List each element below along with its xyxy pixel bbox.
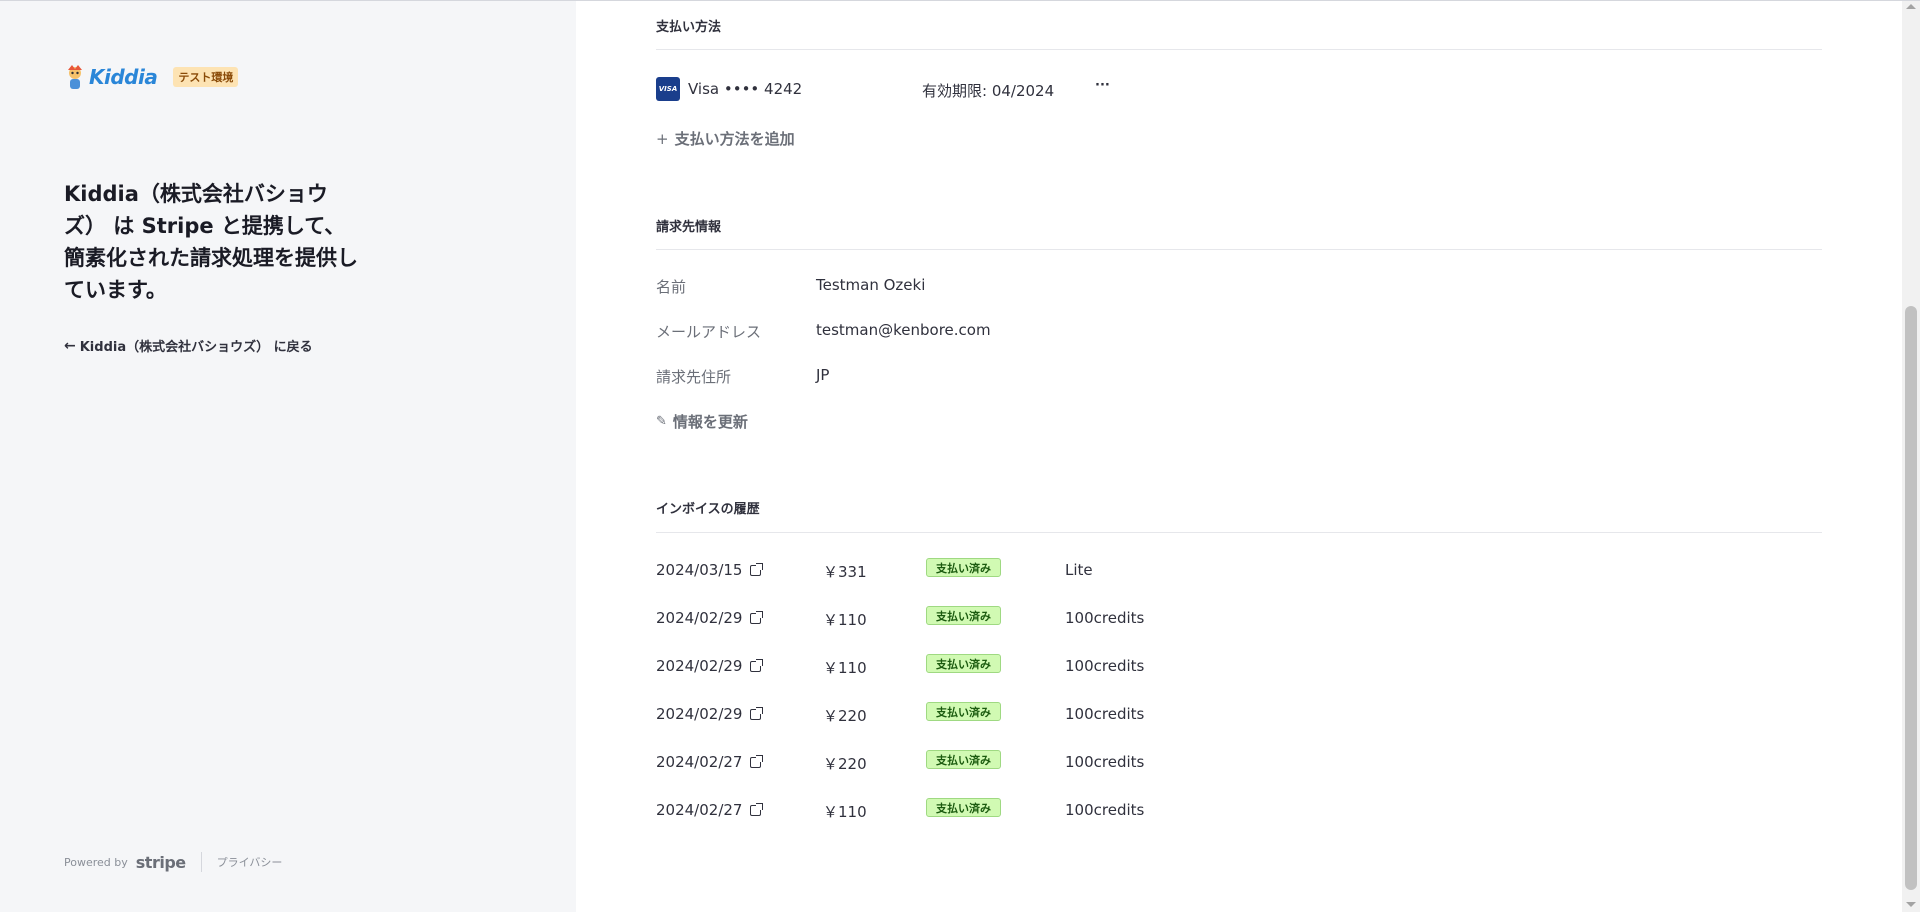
card-expiry: 有効期限: 04/2024 [922,82,1055,100]
invoice-date-link[interactable]: 2024/03/15 [656,561,764,579]
invoice-date-link[interactable]: 2024/02/29 [656,657,764,675]
scroll-down-icon[interactable] [1906,902,1916,907]
headline: Kiddia（株式会社バショウズ） は Stripe と提携して、簡素化された請… [64,182,358,302]
section-divider [656,249,1822,250]
billing-info-title: 請求先情報 [656,220,722,235]
update-info-label: 情報を更新 [672,413,748,431]
invoice-date-link[interactable]: 2024/02/29 [656,705,764,723]
footer: Powered by stripe プライバシー [64,852,282,872]
invoice-description: 100credits [1065,657,1145,675]
invoice-description: Lite [1065,561,1093,579]
invoice-date: 2024/03/15 [656,561,743,579]
card-label: Visa •••• 4242 [688,80,803,98]
invoice-description: 100credits [1065,753,1145,771]
invoice-date: 2024/02/27 [656,753,743,771]
invoice-amount: ￥220 [823,707,867,725]
invoice-description: 100credits [1065,801,1145,819]
kiddia-logo-icon [64,64,86,90]
privacy-link[interactable]: プライバシー [217,854,283,870]
invoice-date-link[interactable]: 2024/02/27 [656,753,764,771]
invoice-date-link[interactable]: 2024/02/27 [656,801,764,819]
billing-address-value: JP [816,366,830,384]
invoice-amount: ￥331 [823,563,867,581]
section-divider [656,532,1822,533]
plus-icon: + [656,129,669,148]
billing-name-value: Testman Ozeki [816,276,926,294]
card-more-menu-button[interactable]: ··· [1095,78,1110,93]
invoice-date: 2024/02/29 [656,705,743,723]
add-payment-method-label: 支払い方法を追加 [674,130,795,148]
external-link-icon [750,755,764,768]
invoice-description: 100credits [1065,705,1145,723]
scroll-up-icon[interactable] [1906,4,1916,9]
visa-card-icon: VISA [656,77,680,101]
invoice-date: 2024/02/29 [656,657,743,675]
arrow-left-icon: ← [64,337,76,354]
invoice-amount: ￥220 [823,755,867,773]
invoice-amount: ￥110 [823,659,867,677]
billing-portal-main: 支払い方法 VISA Visa •••• 4242 有効期限: 04/2024 … [576,0,1902,912]
payment-methods-title: 支払い方法 [656,20,722,35]
external-link-icon [750,659,764,672]
external-link-icon [750,611,764,624]
invoice-date-link[interactable]: 2024/02/29 [656,609,764,627]
scrollbar-thumb[interactable] [1905,306,1917,890]
edit-icon: ✎ [656,414,667,429]
stripe-logo[interactable]: stripe [136,853,186,872]
status-badge: 支払い済み [926,702,1001,721]
merchant-sidebar: Kiddia テスト環境 Kiddia（株式会社バショウズ） は Stripe … [0,0,576,912]
back-link-label: Kiddia（株式会社バショウズ） に戻る [79,340,313,355]
billing-email-value: testman@kenbore.com [816,321,991,339]
invoice-date: 2024/02/27 [656,801,743,819]
external-link-icon [750,803,764,816]
invoice-date: 2024/02/29 [656,609,743,627]
powered-by-label: Powered by [64,855,128,869]
test-mode-badge: テスト環境 [173,67,239,87]
external-link-icon [750,707,764,720]
add-payment-method-button[interactable]: + 支払い方法を追加 [656,128,795,149]
status-badge: 支払い済み [926,558,1001,577]
footer-divider [200,852,202,872]
window-top-border [0,0,1920,1]
billing-email-label: メールアドレス [656,323,762,341]
invoice-amount: ￥110 [823,803,867,821]
kiddia-logo-text: Kiddia [89,65,158,89]
status-badge: 支払い済み [926,606,1001,625]
status-badge: 支払い済み [926,750,1001,769]
status-badge: 支払い済み [926,654,1001,673]
update-info-button[interactable]: ✎ 情報を更新 [656,411,748,432]
billing-name-label: 名前 [656,278,687,296]
invoice-description: 100credits [1065,609,1145,627]
invoice-amount: ￥110 [823,611,867,629]
status-badge: 支払い済み [926,798,1001,817]
back-to-merchant-link[interactable]: ← Kiddia（株式会社バショウズ） に戻る [64,336,313,356]
external-link-icon [750,563,764,576]
section-divider [656,49,1822,50]
brand: Kiddia テスト環境 [64,64,239,90]
invoice-history-title: インボイスの履歴 [656,502,760,517]
billing-address-label: 請求先住所 [656,368,732,386]
